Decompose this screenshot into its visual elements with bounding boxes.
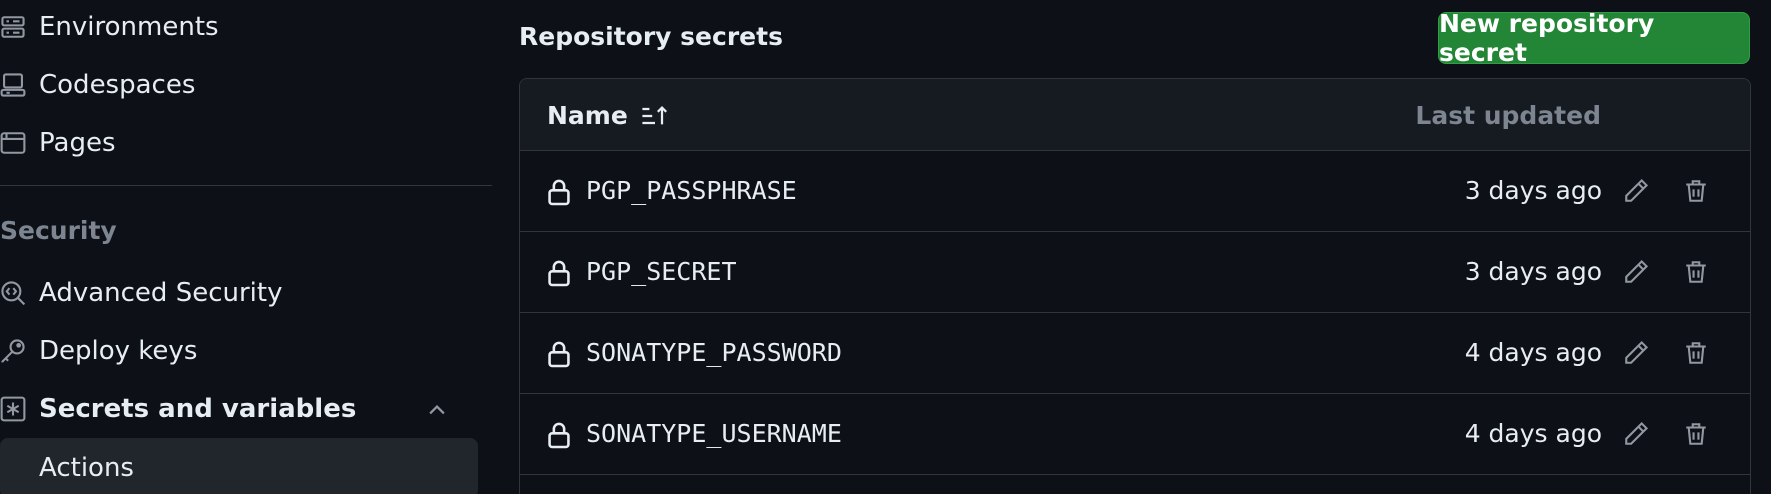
browser-icon <box>0 130 26 156</box>
table-row: PGP_SECRET 3 days ago <box>520 232 1750 313</box>
secret-last-updated: 3 days ago <box>1464 257 1602 286</box>
sidebar-item-environments[interactable]: Environments <box>0 5 478 49</box>
sidebar-divider <box>0 185 492 186</box>
lock-icon <box>548 179 570 206</box>
sidebar-item-label: Advanced Security <box>39 278 283 308</box>
table-row: PGP_PASSPHRASE 3 days ago <box>520 151 1750 232</box>
codescan-icon <box>0 280 26 306</box>
sidebar-item-label: Codespaces <box>39 70 196 100</box>
trash-icon[interactable] <box>1683 421 1709 447</box>
column-header-label: Name <box>547 101 628 130</box>
sidebar-subitem-label: Actions <box>39 453 134 483</box>
secret-name: SONATYPE_PASSWORD <box>586 338 842 367</box>
key-icon <box>0 338 26 364</box>
asterisk-icon <box>0 396 26 422</box>
sidebar-item-secrets-and-variables[interactable]: Secrets and variables <box>0 387 478 431</box>
table-row: SONATYPE_USERNAME 4 days ago <box>520 394 1750 475</box>
table-row: SONATYPE_PASSWORD 4 days ago <box>520 313 1750 394</box>
secret-name: SONATYPE_USERNAME <box>586 419 842 448</box>
sidebar-item-deploy-keys[interactable]: Deploy keys <box>0 329 478 373</box>
new-repository-secret-button[interactable]: New repository secret <box>1438 9 1750 67</box>
settings-sidebar: Environments Codespaces Pages Security A… <box>0 0 492 494</box>
sidebar-item-label: Environments <box>39 12 219 42</box>
pencil-icon[interactable] <box>1623 340 1649 366</box>
secret-name: PGP_PASSPHRASE <box>586 176 797 205</box>
pencil-icon[interactable] <box>1623 178 1649 204</box>
settings-page: Environments Codespaces Pages Security A… <box>0 0 1771 494</box>
column-header-name[interactable]: Name <box>547 101 669 130</box>
lock-icon <box>548 422 570 449</box>
sidebar-section-heading: Security <box>0 216 117 245</box>
trash-icon[interactable] <box>1683 259 1709 285</box>
pencil-icon[interactable] <box>1623 259 1649 285</box>
sidebar-subitem-actions[interactable]: Actions <box>0 438 478 494</box>
server-icon <box>0 14 26 40</box>
secret-last-updated: 3 days ago <box>1464 176 1602 205</box>
secret-last-updated: 4 days ago <box>1464 338 1602 367</box>
lock-icon <box>548 260 570 287</box>
section-title: Repository secrets <box>519 22 783 51</box>
chevron-up-icon[interactable] <box>426 399 448 421</box>
secrets-table: Name Last updated PGP_PASSPHRASE 3 days … <box>519 78 1751 494</box>
pencil-icon[interactable] <box>1623 421 1649 447</box>
column-header-last-updated: Last updated <box>1415 101 1601 130</box>
codespaces-icon <box>0 72 26 98</box>
sidebar-item-codespaces[interactable]: Codespaces <box>0 63 478 107</box>
sidebar-item-label: Deploy keys <box>39 336 198 366</box>
secret-name: PGP_SECRET <box>586 257 737 286</box>
lock-icon <box>548 341 570 368</box>
trash-icon[interactable] <box>1683 178 1709 204</box>
sidebar-item-advanced-security[interactable]: Advanced Security <box>0 271 478 315</box>
table-header: Name Last updated <box>520 79 1750 151</box>
secret-last-updated: 4 days ago <box>1464 419 1602 448</box>
sidebar-item-pages[interactable]: Pages <box>0 121 478 165</box>
sidebar-item-label: Pages <box>39 128 116 158</box>
trash-icon[interactable] <box>1683 340 1709 366</box>
sort-ascending-icon[interactable] <box>641 104 669 128</box>
sidebar-item-label: Secrets and variables <box>39 394 357 424</box>
